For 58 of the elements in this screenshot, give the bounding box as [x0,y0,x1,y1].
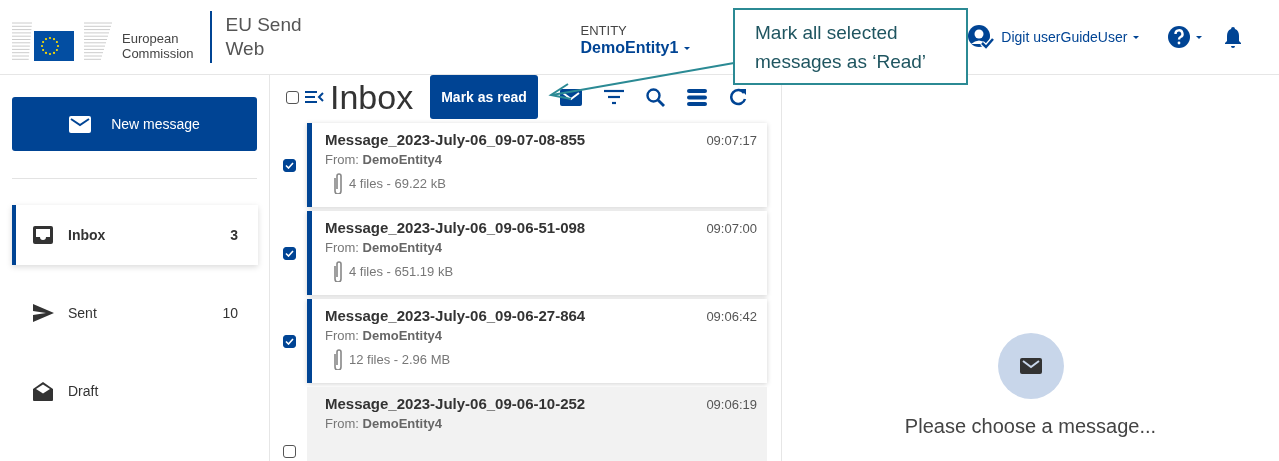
new-message-button[interactable]: New message [12,97,257,151]
user-menu[interactable]: Digit userGuideUser [967,24,1140,50]
entity-label: ENTITY [580,23,628,39]
filter-icon[interactable] [603,89,624,105]
collapse-menu-icon[interactable] [304,89,324,105]
paperclip-icon [331,348,345,370]
message-card[interactable]: Message_2023-July-06_09-07-08-855 09:07:17 From: DemoEntity4 4 files - 69.22 kB [307,123,767,207]
logo-text: Commission [122,46,194,61]
message-sender: From: DemoEntity4 [325,152,444,167]
check-icon [285,249,294,257]
attachment-info: 4 files - 69.22 kB [349,175,446,191]
attachment-info: 12 files - 2.96 MB [349,351,451,367]
callout-text: Mark all selected messages as ‘Read’ [755,20,928,74]
message-subject: Message_2023-July-06_09-06-10-252 [325,395,586,412]
message-card[interactable]: Message_2023-July-06_09-06-27-864 09:06:42 From: DemoEntity4 12 files - 2.96 MB [307,299,767,383]
attachment-info: 4 files - 651.19 kB [349,263,454,279]
envelope-icon [1019,358,1042,374]
message-card[interactable]: Message_2023-July-06_09-06-10-252 09:06:19 From: DemoEntity4 [307,387,767,461]
message-time: 09:07:00 [706,221,757,236]
sidebar-item[interactable]: Inbox 3 [12,205,258,265]
message-sender: From: DemoEntity4 [325,416,444,431]
message-checkbox[interactable] [283,334,296,348]
message-time: 09:06:42 [706,309,757,324]
message-sender: From: DemoEntity4 [325,240,444,255]
check-icon [285,161,294,169]
message-checkbox[interactable] [283,444,296,458]
message-card[interactable]: Message_2023-July-06_09-06-51-098 09:07:00 From: DemoEntity4 4 files - 651.19 kB [307,211,767,295]
help-icon [1167,25,1192,49]
message-time: 09:07:17 [706,133,757,148]
message-checkbox[interactable] [283,246,296,260]
entity-dropdown[interactable]: DemoEntity1 [580,39,691,57]
bell-icon[interactable] [1224,26,1243,48]
empty-state-text: Please choose a message... [904,415,1157,438]
envelope-icon [69,115,92,133]
select-all-checkbox[interactable] [286,90,299,104]
logo-text: European [122,31,180,46]
send-icon [32,302,54,324]
paperclip-icon [331,260,345,282]
open-envelope-icon [32,380,54,402]
list-icon[interactable] [686,88,707,106]
list-title: Inbox [330,77,414,117]
app-title: EU Send [225,13,302,37]
help-button[interactable] [1167,25,1203,49]
check-icon [285,337,294,345]
paperclip-icon [331,172,345,194]
app-title: Web [225,37,266,61]
search-icon[interactable] [645,87,665,107]
message-time: 09:06:19 [706,397,757,412]
message-subject: Message_2023-July-06_09-07-08-855 [325,131,586,148]
mark-as-read-button[interactable]: Mark as read [430,75,538,119]
message-checkbox[interactable] [283,158,296,172]
inbox-tray-icon [32,224,54,246]
message-subject: Message_2023-July-06_09-06-51-098 [325,219,586,236]
sidebar-item[interactable]: Draft [12,361,258,421]
sidebar-item[interactable]: Sent 10 [12,283,258,343]
message-subject: Message_2023-July-06_09-06-27-864 [325,307,586,324]
refresh-icon[interactable] [728,88,747,106]
message-sender: From: DemoEntity4 [325,328,444,343]
